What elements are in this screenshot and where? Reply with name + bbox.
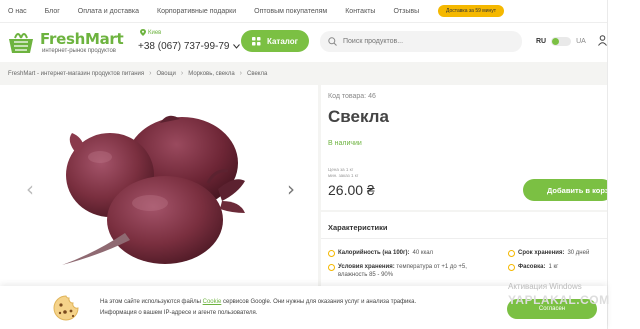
shelf-life-label: Срок хранения: bbox=[518, 250, 565, 256]
breadcrumb-home[interactable]: FreshMart - интернет-магазин продуктов п… bbox=[8, 71, 144, 77]
windows-activation-notice: Активация Windows bbox=[508, 282, 582, 291]
packaging-value: 1 кг bbox=[548, 264, 559, 270]
logo-tagline: интернет-рынок продуктов bbox=[42, 48, 116, 54]
breadcrumb: FreshMart - интернет-магазин продуктов п… bbox=[8, 70, 267, 77]
packaging-row: Фасовка: 1 кг bbox=[508, 264, 558, 271]
product-gallery: ‹ › bbox=[0, 85, 318, 290]
product-info-panel: Код товара: 46 Свекла В наличии Цена за … bbox=[321, 85, 622, 210]
divider bbox=[321, 238, 607, 239]
thermometer-icon bbox=[328, 264, 335, 271]
shelf-life-value: 30 дней bbox=[567, 250, 590, 256]
lang-ua[interactable]: UA bbox=[576, 38, 586, 45]
cookie-text-line2: Информация о вашем IP-адресе и агенте по… bbox=[100, 310, 258, 316]
beet-product-image bbox=[62, 115, 245, 265]
gallery-prev-arrow-icon[interactable]: ‹ bbox=[26, 177, 34, 201]
search-icon[interactable] bbox=[328, 37, 337, 46]
phone-number: +38 (067) 737-99-79 bbox=[138, 41, 230, 52]
chevron-right-icon: › bbox=[180, 70, 184, 77]
phone-dropdown[interactable]: +38 (067) 737-99-79 bbox=[138, 41, 241, 52]
user-icon[interactable] bbox=[598, 35, 607, 46]
site-header: FreshMart интернет-рынок продуктов Киев … bbox=[0, 22, 607, 62]
clock-icon bbox=[508, 250, 515, 257]
chevron-right-icon: › bbox=[149, 70, 152, 77]
calories-icon bbox=[328, 250, 335, 257]
lang-ru[interactable]: RU bbox=[536, 38, 546, 45]
cookie-text-post: сервисов Google. Они нужны для оказания … bbox=[223, 299, 417, 305]
language-toggle[interactable] bbox=[551, 37, 572, 46]
breadcrumb-vegetables[interactable]: Овощи bbox=[157, 71, 176, 77]
city-selector[interactable]: Киев bbox=[140, 29, 161, 36]
location-pin-icon bbox=[140, 29, 146, 36]
characteristics-panel: Характеристики Калорийность (на 100г): 4… bbox=[321, 212, 607, 290]
product-code: Код товара: 46 bbox=[328, 93, 376, 100]
cookie-message: На этом сайте используются файлы Cookie … bbox=[100, 297, 416, 319]
product-title: Свекла bbox=[328, 107, 389, 126]
delivery-promo-badge[interactable]: Доставка за 59 минут bbox=[438, 5, 505, 17]
nav-link-about[interactable]: О нас bbox=[8, 8, 27, 15]
city-name: Киев bbox=[148, 29, 162, 36]
shelf-life-row: Срок хранения: 30 дней bbox=[508, 250, 589, 257]
stock-status: В наличии bbox=[328, 140, 362, 147]
site-watermark: YAPLAKAL.COM bbox=[508, 293, 610, 307]
characteristics-title: Характеристики bbox=[328, 223, 388, 232]
catalog-label: Каталог bbox=[267, 36, 298, 46]
breadcrumb-current: Свекла bbox=[247, 70, 268, 77]
calories-label: Калорийность (на 100г): bbox=[338, 250, 410, 256]
packaging-label: Фасовка: bbox=[518, 264, 546, 270]
logo-wordmark[interactable]: FreshMart bbox=[40, 30, 124, 48]
min-order-note: мин. заказ 1 кг bbox=[328, 173, 359, 178]
chevron-down-icon bbox=[233, 44, 241, 49]
right-sidebar-strip bbox=[607, 0, 640, 329]
cookie-text-pre: На этом сайте используются файлы bbox=[100, 299, 201, 305]
nav-link-contacts[interactable]: Контакты bbox=[345, 8, 375, 15]
calories-value: 40 ккал bbox=[412, 250, 434, 256]
product-price: 26.00 ₴ bbox=[328, 182, 375, 198]
storage-label: Условия хранения: bbox=[338, 264, 395, 270]
add-to-cart-button[interactable]: Добавить в корзину bbox=[523, 179, 622, 201]
package-icon bbox=[508, 264, 515, 271]
nav-link-payment-delivery[interactable]: Оплата и доставка bbox=[78, 8, 139, 15]
chevron-right-icon: › bbox=[239, 70, 243, 77]
nav-link-blog[interactable]: Блог bbox=[45, 8, 60, 15]
search-input[interactable] bbox=[343, 38, 503, 45]
gallery-next-arrow-icon[interactable]: › bbox=[287, 177, 295, 201]
language-switcher: RU UA bbox=[536, 37, 586, 46]
top-nav: О нас Блог Оплата и доставка Корпоративн… bbox=[0, 0, 607, 22]
search-bar bbox=[320, 31, 522, 52]
breadcrumb-carrot-beet[interactable]: Морковь, свекла bbox=[188, 71, 234, 77]
cookie-policy-link[interactable]: Cookie bbox=[203, 299, 222, 305]
calories-row: Калорийность (на 100г): 40 ккал bbox=[328, 250, 433, 257]
nav-link-wholesale[interactable]: Оптовым покупателям bbox=[254, 8, 327, 15]
catalog-button[interactable]: Каталог bbox=[241, 30, 309, 52]
storage-temp: температура от +1 до +5, bbox=[396, 264, 467, 270]
price-unit-note: Цена за 1 кг мин. заказ 1 кг bbox=[328, 167, 358, 179]
storage-humidity: влажность 85 - 90% bbox=[338, 272, 394, 278]
cookie-icon bbox=[53, 295, 79, 321]
grid-icon bbox=[252, 36, 261, 45]
basket-logo-icon[interactable] bbox=[6, 28, 36, 56]
nav-link-corporate-gifts[interactable]: Корпоративные подарки bbox=[157, 8, 236, 15]
nav-link-reviews[interactable]: Отзывы bbox=[393, 8, 419, 15]
storage-row: Условия хранения: температура от +1 до +… bbox=[328, 264, 467, 278]
